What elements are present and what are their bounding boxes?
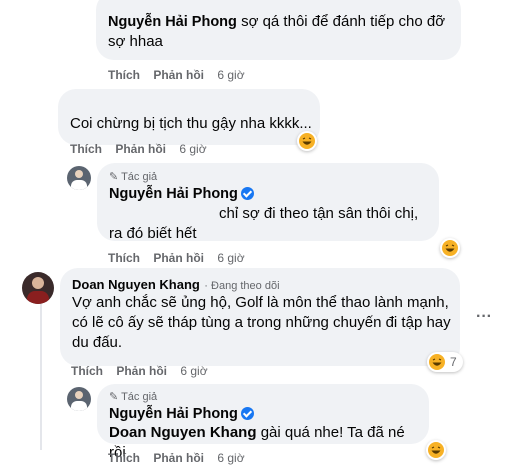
like-button[interactable]: Thích: [108, 451, 140, 465]
reply-button[interactable]: Phản hồi: [116, 364, 167, 378]
avatar[interactable]: [67, 387, 91, 411]
reaction-badge[interactable]: [426, 440, 446, 460]
timestamp[interactable]: 6 giờ: [217, 68, 244, 82]
pencil-icon: ✎: [109, 391, 119, 403]
follow-status[interactable]: · Đang theo dõi: [204, 280, 279, 292]
reply-button[interactable]: Phản hồi: [153, 68, 204, 82]
reaction-badge[interactable]: [297, 131, 317, 151]
timestamp[interactable]: 6 giờ: [180, 364, 207, 378]
reply-button[interactable]: Phản hồi: [153, 451, 204, 465]
avatar[interactable]: [22, 272, 54, 304]
comment-bubble: ✎ Tác giả Nguyễn Hải Phong Doan Nguyen K…: [97, 384, 429, 461]
comment-actions: Thích Phản hồi 6 giờ: [71, 364, 218, 378]
pencil-icon: ✎: [109, 171, 119, 183]
commenter-name[interactable]: Doan Nguyen Khang: [72, 277, 200, 292]
comment-actions: Thích Phản hồi 6 giờ: [108, 68, 255, 82]
commenter-name[interactable]: Nguyễn Hải Phong: [109, 406, 238, 422]
commenter-name[interactable]: Nguyễn Hải Phong: [108, 14, 237, 30]
reaction-count: 7: [450, 355, 457, 369]
haha-emoji-icon: [429, 354, 445, 370]
like-button[interactable]: Thích: [71, 364, 103, 378]
verified-badge-icon: [240, 187, 254, 200]
more-options-icon[interactable]: ···: [476, 308, 492, 326]
author-tag: Tác giả: [121, 171, 158, 183]
avatar[interactable]: [67, 166, 91, 190]
reply-button[interactable]: Phản hồi: [115, 142, 166, 156]
reaction-badge[interactable]: 7: [427, 352, 463, 372]
reaction-badge[interactable]: [440, 238, 460, 258]
reply-button[interactable]: Phản hồi: [153, 251, 204, 265]
commenter-name[interactable]: Nguyễn Hải Phong: [109, 186, 238, 202]
comment-bubble: Coi chừng bị tịch thu gậy nha kkkk...: [58, 89, 320, 145]
verified-badge-icon: [240, 407, 254, 420]
haha-emoji-icon: [299, 133, 315, 149]
comment-text: chỉ sợ đi theo tận sân thôi chị, ra đó b…: [109, 205, 419, 242]
comment-bubble: Nguyễn Hải Phong sợ qá thôi để đánh tiếp…: [96, 0, 461, 60]
like-button[interactable]: Thích: [70, 142, 102, 156]
comment-text: Coi chừng bị tịch thu gậy nha kkkk...: [70, 115, 312, 132]
comment-text: Vợ anh chắc sẽ ủng hộ, Golf là môn thể t…: [72, 294, 451, 351]
comment-actions: Thích Phản hồi 6 giờ: [70, 142, 217, 156]
like-button[interactable]: Thích: [108, 68, 140, 82]
comment-bubble: Doan Nguyen Khang · Đang theo dõi Vợ anh…: [60, 268, 460, 366]
haha-emoji-icon: [442, 240, 458, 256]
comment-bubble: ✎ Tác giả Nguyễn Hải Phong chỉ sợ đi the…: [97, 163, 439, 242]
timestamp[interactable]: 6 giờ: [217, 451, 244, 465]
author-tag: Tác giả: [121, 391, 158, 403]
like-button[interactable]: Thích: [108, 251, 140, 265]
haha-emoji-icon: [428, 442, 444, 458]
comment-actions: Thích Phản hồi 6 giờ: [108, 251, 255, 265]
timestamp[interactable]: 6 giờ: [217, 251, 244, 265]
timestamp[interactable]: 6 giờ: [179, 142, 206, 156]
mention-link[interactable]: Doan Nguyen Khang: [109, 424, 257, 441]
comment-actions: Thích Phản hồi 6 giờ: [108, 451, 255, 465]
thread-line: [40, 300, 42, 450]
